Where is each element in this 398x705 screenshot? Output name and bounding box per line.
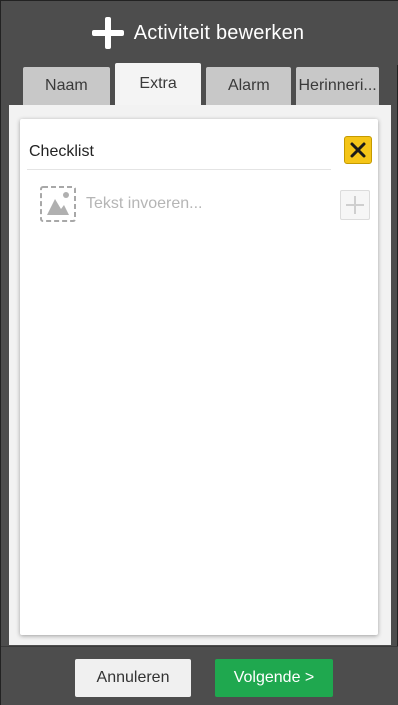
checklist-item-input[interactable] [86, 191, 326, 217]
checklist-label: Checklist [29, 143, 94, 160]
add-item-button[interactable] [340, 190, 370, 220]
page-title: Activiteit bewerken [133, 21, 305, 44]
footer-bar: Annuleren Volgende > [1, 646, 398, 705]
tab-herinnering[interactable]: Herinneri... [296, 67, 379, 105]
tab-panel: Checklist [9, 105, 391, 645]
header-content: Activiteit bewerken [90, 15, 305, 51]
app-screen: Activiteit bewerken Naam Extra Alarm Her… [0, 0, 398, 705]
tab-naam[interactable]: Naam [23, 67, 110, 105]
close-icon [350, 142, 366, 158]
plus-icon [346, 196, 364, 214]
cancel-button[interactable]: Annuleren [75, 659, 191, 697]
divider [27, 169, 331, 170]
remove-checklist-button[interactable] [344, 136, 372, 164]
plus-icon [90, 15, 126, 51]
tab-bar: Naam Extra Alarm Herinneri... [23, 63, 379, 105]
image-picker-icon[interactable] [39, 185, 77, 223]
next-button[interactable]: Volgende > [215, 659, 333, 697]
header-bar: Activiteit bewerken [1, 1, 398, 65]
tab-extra[interactable]: Extra [114, 63, 202, 105]
tab-alarm[interactable]: Alarm [206, 67, 292, 105]
checklist-card: Checklist [20, 119, 378, 635]
